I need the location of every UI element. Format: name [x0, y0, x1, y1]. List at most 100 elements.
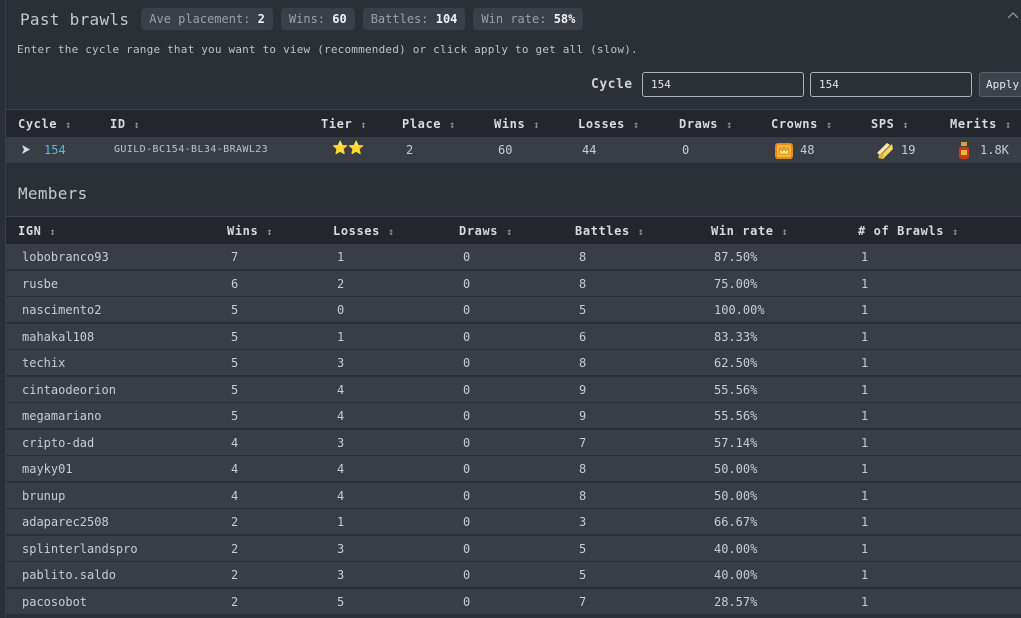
member-draws: 0: [463, 488, 471, 503]
sort-icon[interactable]: ↕: [726, 120, 733, 131]
cycle-to-input[interactable]: [810, 72, 972, 97]
sort-icon[interactable]: ↕: [506, 227, 513, 238]
member-ign: rusbe: [22, 276, 59, 291]
member-ign: cripto-dad: [22, 435, 95, 450]
member-row: splinterlandspro 2 3 0 5 40.00% 1: [6, 535, 1021, 562]
sort-icon[interactable]: ↕: [388, 227, 395, 238]
member-losses: 1: [337, 329, 345, 344]
member-battles: 8: [579, 356, 587, 370]
member-wins: 5: [231, 329, 239, 344]
member-battles: 5: [579, 541, 587, 556]
col-wins-header[interactable]: Wins ↕: [494, 117, 540, 131]
brawl-row[interactable]: 154 GUILD-BC154-BL34-BRAWL23 ⭐⭐ 2 60 44 …: [6, 137, 1021, 164]
member-brawls: 1: [861, 382, 869, 397]
sort-icon[interactable]: ↕: [266, 227, 273, 238]
member-win-rate: 55.56%: [714, 409, 758, 423]
member-wins: 4: [231, 488, 239, 503]
member-battles: 5: [579, 568, 587, 582]
member-losses: 1: [337, 515, 345, 529]
sort-icon[interactable]: ↕: [1005, 120, 1012, 131]
sort-icon[interactable]: ↕: [49, 227, 56, 238]
apply-button[interactable]: Apply: [979, 72, 1021, 97]
sort-icon[interactable]: ↕: [65, 120, 72, 131]
member-losses: 2: [337, 276, 345, 291]
sort-icon[interactable]: ↕: [638, 227, 645, 238]
member-brawls: 1: [861, 488, 869, 503]
sort-icon[interactable]: ↕: [782, 227, 789, 238]
member-brawls: 1: [861, 435, 869, 450]
brawl-merits: 1.8K: [980, 143, 1009, 157]
sort-icon[interactable]: ↕: [533, 120, 540, 131]
col-losses-header[interactable]: Losses ↕: [578, 117, 640, 131]
member-win-rate: 40.00%: [714, 568, 758, 582]
member-brawls: 1: [861, 356, 869, 370]
member-ign: pacosobot: [22, 594, 88, 609]
sort-icon[interactable]: ↕: [449, 120, 456, 131]
member-row: nascimento2 5 0 0 5 100.00% 1: [6, 297, 1021, 323]
member-wins: 5: [231, 382, 239, 397]
col-member-winrate-header[interactable]: Win rate ↕: [711, 224, 788, 238]
brawl-losses: 44: [582, 143, 597, 157]
member-wins: 2: [231, 594, 239, 609]
col-crowns-header[interactable]: Crowns ↕: [771, 117, 833, 131]
sort-icon[interactable]: ↕: [902, 120, 909, 131]
member-battles: 8: [579, 462, 587, 476]
sort-icon[interactable]: ↕: [134, 120, 141, 131]
member-draws: 0: [463, 356, 471, 370]
col-sps-header[interactable]: SPS ↕: [871, 117, 909, 131]
cycle-from-input[interactable]: [642, 72, 804, 97]
member-wins: 5: [231, 356, 239, 370]
member-wins: 4: [231, 462, 239, 476]
col-ign-header[interactable]: IGN ↕: [18, 224, 56, 238]
member-losses: 3: [337, 541, 345, 556]
sort-icon[interactable]: ↕: [360, 120, 367, 131]
col-member-draws-header[interactable]: Draws ↕: [459, 224, 513, 238]
member-draws: 0: [463, 568, 471, 582]
member-brawls: 1: [861, 250, 869, 264]
col-member-brawls-header[interactable]: # of Brawls ↕: [858, 224, 959, 238]
panel-title: Past brawls: [20, 9, 130, 29]
member-win-rate: 62.50%: [714, 356, 758, 370]
member-win-rate: 50.00%: [714, 488, 758, 503]
chevron-up-icon[interactable]: [1007, 9, 1019, 21]
member-brawls: 1: [861, 409, 869, 423]
member-losses: 0: [337, 303, 345, 317]
crown-chest-icon: [775, 143, 793, 159]
sort-icon[interactable]: ↕: [826, 120, 833, 131]
brawl-sps: 19: [901, 143, 916, 157]
col-draws-header[interactable]: Draws ↕: [679, 117, 733, 131]
past-brawls-panel: Past brawls Ave placement: 2 Wins: 60 Ba…: [0, 0, 1021, 618]
col-member-battles-header[interactable]: Battles ↕: [575, 224, 644, 238]
panel-header: Past brawls Ave placement: 2 Wins: 60 Ba…: [20, 6, 591, 32]
col-member-losses-header[interactable]: Losses ↕: [333, 224, 395, 238]
member-battles: 5: [579, 303, 587, 317]
member-draws: 0: [463, 462, 471, 476]
col-cycle-header[interactable]: Cycle ↕: [18, 117, 72, 131]
member-row: mahakal108 5 1 0 6 83.33% 1: [6, 323, 1021, 350]
member-wins: 5: [231, 409, 239, 423]
member-row: cintaodeorion 5 4 0 9 55.56% 1: [6, 376, 1021, 403]
play-arrow-icon[interactable]: [22, 145, 30, 154]
member-losses: 4: [337, 462, 345, 476]
members-title: Members: [18, 184, 88, 203]
col-place-header[interactable]: Place ↕: [402, 117, 456, 131]
member-win-rate: 66.67%: [714, 515, 758, 529]
cycle-range-label: Cycle: [591, 77, 633, 92]
cycle-range-hint: Enter the cycle range that you want to v…: [17, 43, 638, 56]
brawl-cycle-link[interactable]: 154: [44, 143, 66, 157]
col-tier-header[interactable]: Tier ↕: [321, 117, 367, 131]
member-losses: 3: [337, 568, 345, 582]
col-member-wins-header[interactable]: Wins ↕: [227, 224, 273, 238]
stat-battles: Battles: 104: [362, 8, 466, 30]
col-merits-header[interactable]: Merits ↕: [950, 117, 1012, 131]
member-ign: cintaodeorion: [22, 382, 116, 397]
col-id-header[interactable]: ID ↕: [110, 117, 140, 131]
member-draws: 0: [463, 435, 471, 450]
brawl-id: GUILD-BC154-BL34-BRAWL23: [114, 144, 269, 155]
members-table-header: IGN ↕ Wins ↕ Losses ↕ Draws ↕ Battles ↕ Win r…: [6, 216, 1021, 244]
sort-icon[interactable]: ↕: [952, 227, 959, 238]
member-row: pablito.saldo 2 3 0 5 40.00% 1: [6, 562, 1021, 588]
member-wins: 6: [231, 276, 239, 291]
member-brawls: 1: [861, 541, 869, 556]
sort-icon[interactable]: ↕: [633, 120, 640, 131]
